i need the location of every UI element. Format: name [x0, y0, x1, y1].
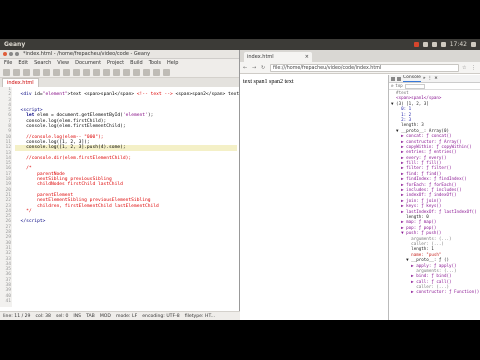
geany-window: *index.html - /home/frepacheu/video/code…: [0, 50, 240, 320]
minimize-window-icon[interactable]: [9, 52, 13, 56]
system-top-bar: Geany 17:42: [0, 39, 480, 50]
compile-icon[interactable]: [83, 68, 90, 76]
reload-icon[interactable]: ↻: [261, 65, 267, 71]
menu-build[interactable]: Build: [130, 60, 143, 66]
status-sel: sel: 0: [55, 313, 69, 319]
volume-icon[interactable]: [431, 42, 437, 47]
devtools-menu-icon[interactable]: ⋮: [428, 76, 433, 81]
clear-console-icon[interactable]: ⊘: [391, 83, 393, 88]
forward-arrow-icon[interactable]: →: [252, 65, 258, 71]
status-line: line: 11 / 29: [3, 313, 31, 319]
indent-icon[interactable]: [143, 68, 150, 76]
devtools-close-icon[interactable]: ×: [434, 76, 438, 81]
zoom-in-icon[interactable]: [123, 68, 130, 76]
line-number: 41: [5, 298, 11, 304]
system-tray: 17:42: [413, 41, 480, 48]
build-icon[interactable]: [93, 68, 100, 76]
run-icon[interactable]: [103, 68, 110, 76]
zoom-out-icon[interactable]: [133, 68, 140, 76]
bottom-letterbox: [0, 320, 480, 360]
inspect-icon[interactable]: [391, 76, 395, 81]
tab-console[interactable]: Console: [403, 75, 421, 82]
geany-menubar: File Edit Search View Document Project B…: [0, 59, 239, 67]
power-icon[interactable]: [471, 42, 476, 47]
status-mod: MOD: [99, 313, 111, 319]
menu-tools[interactable]: Tools: [149, 60, 161, 66]
menu-file[interactable]: File: [4, 60, 12, 66]
battery-icon[interactable]: [440, 42, 446, 47]
status-mode-lf: mode: LF: [115, 313, 138, 319]
filter-input[interactable]: [404, 83, 425, 89]
code-line[interactable]: [15, 225, 237, 230]
color-chooser-icon[interactable]: [113, 68, 120, 76]
browser-window: index.html × ← → ↻ file:///home/frepache…: [240, 50, 480, 320]
menu-document[interactable]: Document: [75, 60, 101, 66]
device-icon[interactable]: [397, 76, 401, 81]
console-filter-bar: ⊘ top: [389, 83, 480, 90]
bookmark-star-icon[interactable]: ☆: [462, 65, 468, 71]
devtools-panel: Console » ⋮ × ⊘ top #text <span>span1</s…: [388, 75, 480, 320]
menu-project[interactable]: Project: [107, 60, 124, 66]
geany-tabbar: index.html: [0, 78, 239, 87]
code-editor[interactable]: 1 2 3 4 5 6 7 8 9 10 11 12 13 14 15 16 17 18 19 20 21 22 23 24 2…: [0, 87, 239, 307]
save-icon[interactable]: [23, 68, 30, 76]
page-text: text span1 span2 text: [243, 79, 294, 85]
more-tabs-icon[interactable]: »: [423, 76, 426, 81]
tab-index-html[interactable]: index.html: [2, 78, 39, 87]
search-icon[interactable]: [153, 68, 160, 76]
geany-toolbar: [0, 67, 239, 78]
browser-tab-title: index.html: [247, 54, 274, 60]
console-line: ▶ constructor: ƒ Function(): [391, 289, 480, 295]
context-select[interactable]: top: [395, 83, 402, 88]
quit-icon[interactable]: [163, 68, 170, 76]
back-icon[interactable]: [63, 68, 70, 76]
page-content: text span1 span2 text: [240, 75, 388, 320]
code-lines[interactable]: <div id="element">text <span>span1</span…: [15, 87, 239, 230]
close-tab-icon[interactable]: ×: [305, 54, 309, 60]
browser-address-row: ← → ↻ file:///home/frepacheu/video/code/…: [240, 62, 480, 74]
menu-view[interactable]: View: [57, 60, 69, 66]
browser-tab[interactable]: index.html ×: [244, 52, 312, 62]
open-file-icon[interactable]: [13, 68, 20, 76]
status-filetype: filetype: HT...: [184, 313, 216, 319]
geany-statusbar: line: 11 / 29 col: 38 sel: 0 INS TAB MOD…: [0, 311, 240, 320]
menu-search[interactable]: Search: [34, 60, 51, 66]
back-arrow-icon[interactable]: ←: [243, 65, 249, 71]
code-line[interactable]: <div id="element">text <span>span1</span…: [15, 92, 239, 97]
active-app-name: Geany: [4, 41, 26, 48]
menu-dots-icon[interactable]: ⋮: [471, 65, 477, 71]
status-col: col: 38: [35, 313, 51, 319]
save-all-icon[interactable]: [33, 68, 40, 76]
menu-help[interactable]: Help: [167, 60, 178, 66]
status-tab: TAB: [86, 313, 95, 319]
update-icon[interactable]: [413, 42, 419, 47]
line-number-gutter: 1 2 3 4 5 6 7 8 9 10 11 12 13 14 15 16 17 18 19 20 21 22 23 24 2…: [0, 87, 12, 307]
browser-tabbar: index.html ×: [240, 50, 480, 62]
close-window-icon[interactable]: [3, 52, 7, 56]
menu-edit[interactable]: Edit: [18, 60, 28, 66]
geany-titlebar: *index.html - /home/frepacheu/video/code…: [0, 50, 239, 59]
console-output: #text <span>span1</span> ▼ (3) [1, 2, 3]…: [389, 90, 480, 295]
maximize-window-icon[interactable]: [15, 52, 19, 56]
clock[interactable]: 17:42: [450, 41, 467, 48]
revert-icon[interactable]: [43, 68, 50, 76]
network-icon[interactable]: [422, 42, 428, 47]
status-ins: INS: [73, 313, 82, 319]
devtools-header: Console » ⋮ ×: [389, 75, 480, 83]
status-encoding: encoding: UTF-8: [142, 313, 180, 319]
forward-icon[interactable]: [73, 68, 80, 76]
close-file-icon[interactable]: [53, 68, 60, 76]
geany-window-title: *index.html - /home/frepacheu/video/code…: [23, 51, 151, 57]
new-file-icon[interactable]: [3, 68, 10, 76]
screen: Geany 17:42 *index.html - /home/frepache…: [0, 0, 480, 360]
address-bar[interactable]: file:///home/frepacheu/video/code/index.…: [270, 63, 459, 72]
